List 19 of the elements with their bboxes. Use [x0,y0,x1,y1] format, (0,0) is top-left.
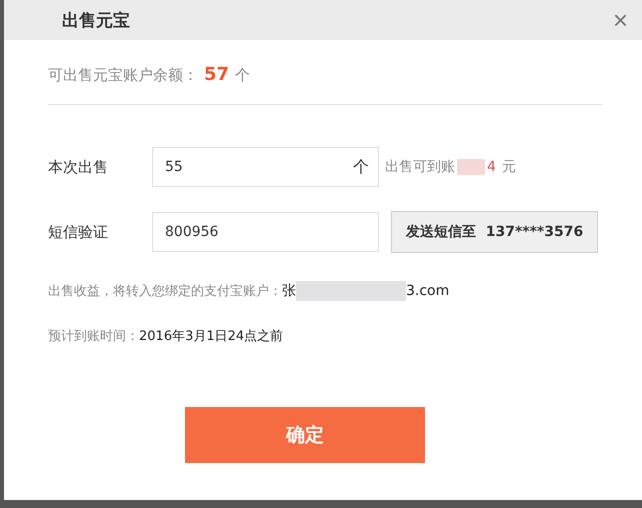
dialog-title: 出售元宝 [62,10,130,32]
eta-label: 预计到账时间： [48,328,139,345]
account-start: 张 [282,282,296,300]
balance-label: 可出售元宝账户余额： [48,66,198,85]
field-label: 短信验证 [48,222,109,242]
unit-label: 个 [235,66,250,85]
close-button[interactable]: × [612,7,628,33]
currency-label: 元 [502,158,516,176]
eta-value: 2016年3月1日24点之前 [139,328,284,345]
field-label: 本次出售 [48,158,109,176]
unit-label: 个 [353,157,369,177]
account-end: 3.com [406,283,450,299]
sms-code-input[interactable]: 800956 [152,212,379,252]
payout-note: 出售可到账 [385,158,455,176]
payout-digit: 4 [487,159,496,175]
payout-label: 出售收益，将转入您绑定的支付宝账户： [48,283,282,300]
send-sms-button[interactable]: 发送短信至 137****3576 [391,211,598,253]
redacted-amount [457,159,485,175]
balance-amount: 57 [204,64,230,85]
